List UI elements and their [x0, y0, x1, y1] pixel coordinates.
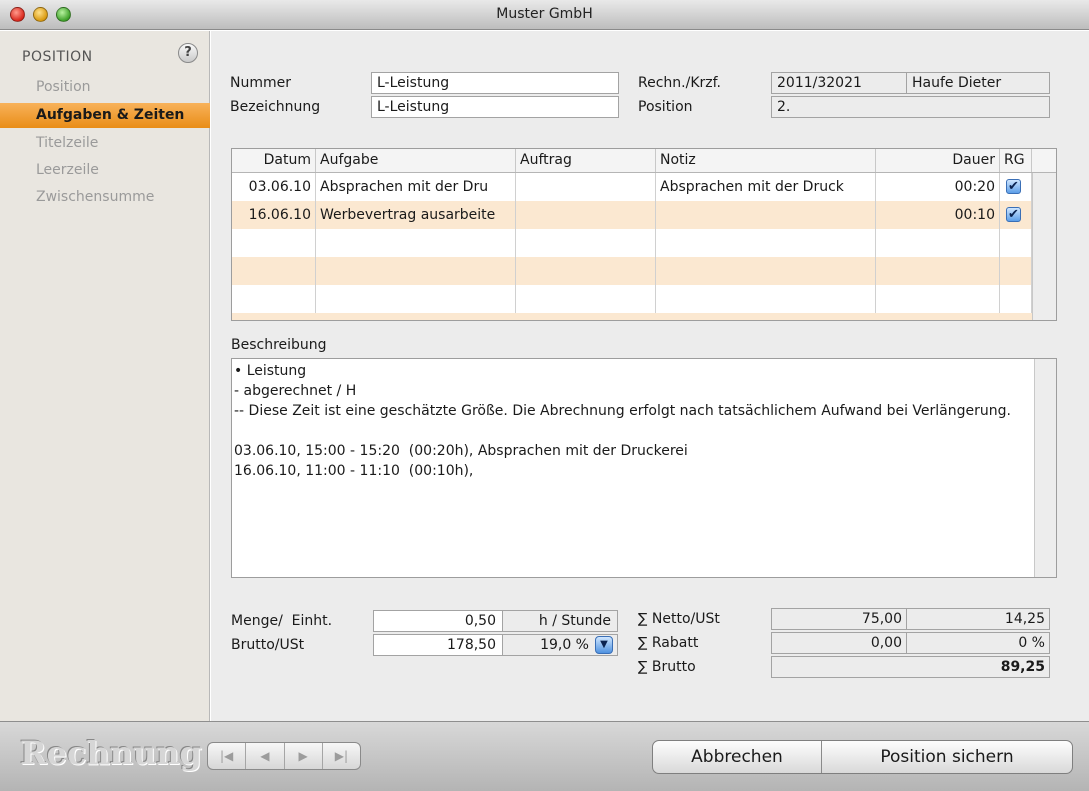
sidebar-item-position[interactable]: Position [0, 75, 210, 100]
table-row[interactable]: 16.06.10 Werbevertrag ausarbeite 00:10 ✔ [232, 201, 1032, 229]
previous-record-icon[interactable]: ◀ [246, 743, 285, 769]
bezeichnung-field[interactable]: L-Leistung [371, 96, 619, 118]
action-buttons: Abbrechen Position sichern [652, 740, 1073, 774]
col-rg[interactable]: RG [1000, 149, 1032, 172]
cell-aufgabe: Absprachen mit der Dru [316, 173, 516, 201]
cell-rg: ✔ [1000, 173, 1032, 201]
sidebar-item-aufgaben-zeiten[interactable]: Aufgaben & Zeiten [0, 103, 210, 128]
position-label: Position [638, 99, 693, 115]
main-panel: Nummer L-Leistung Bezeichnung L-Leistung… [211, 31, 1089, 721]
bezeichnung-label: Bezeichnung [230, 99, 321, 115]
table-row-empty[interactable] [232, 313, 1032, 320]
menge-label: Menge/ Einht. [231, 613, 333, 629]
cell-aufgabe: Werbevertrag ausarbeite [316, 201, 516, 229]
col-dauer[interactable]: Dauer [876, 149, 1000, 172]
cell-dauer: 00:10 [876, 201, 1000, 229]
cell-notiz: Absprachen mit der Druck [656, 173, 876, 201]
rabatt-value: 0,00 [771, 632, 907, 654]
col-auftrag[interactable]: Auftrag [516, 149, 656, 172]
beschreibung-textarea[interactable]: • Leistung - abgerechnet / H -- Diese Ze… [231, 358, 1057, 578]
cell-rg: ✔ [1000, 201, 1032, 229]
table-header: Datum Aufgabe Auftrag Notiz Dauer RG [232, 149, 1056, 173]
nummer-label: Nummer [230, 75, 291, 91]
col-aufgabe[interactable]: Aufgabe [316, 149, 516, 172]
sidebar-heading: POSITION [22, 49, 93, 65]
netto-label: ∑ Netto/USt [638, 611, 720, 627]
cell-datum: 03.06.10 [232, 173, 316, 201]
cell-notiz [656, 201, 876, 229]
col-datum[interactable]: Datum [232, 149, 316, 172]
ust-dropdown-icon[interactable]: ▼ [595, 636, 613, 654]
bottom-toolbar: Rechnung |◀ ◀ ▶ ▶| Abbrechen Position si… [0, 721, 1089, 791]
cell-auftrag [516, 173, 656, 201]
table-row[interactable]: 03.06.10 Absprachen mit der Dru Absprach… [232, 173, 1032, 201]
position-field: 2. [771, 96, 1050, 118]
table-row-empty[interactable] [232, 285, 1032, 313]
cell-dauer: 00:20 [876, 173, 1000, 201]
table-scrollbar[interactable] [1032, 173, 1056, 320]
rabatt-label: ∑ Rabatt [638, 635, 699, 651]
brutto-total-label: ∑ Brutto [638, 659, 696, 675]
table-row-empty[interactable] [232, 229, 1032, 257]
col-notiz[interactable]: Notiz [656, 149, 876, 172]
beschreibung-text[interactable]: • Leistung - abgerechnet / H -- Diese Ze… [234, 361, 1032, 481]
last-record-icon[interactable]: ▶| [323, 743, 360, 769]
nummer-field[interactable]: L-Leistung [371, 72, 619, 94]
rechn-field: 2011/32021 [771, 72, 907, 94]
record-navigation: |◀ ◀ ▶ ▶| [207, 742, 361, 770]
sidebar-item-zwischensumme[interactable]: Zwischensumme [0, 185, 210, 210]
cell-datum: 16.06.10 [232, 201, 316, 229]
beschreibung-scrollbar[interactable] [1034, 359, 1056, 577]
sidebar-item-leerzeile[interactable]: Leerzeile [0, 158, 210, 183]
tasks-table: Datum Aufgabe Auftrag Notiz Dauer RG 03.… [231, 148, 1057, 321]
rechn-label: Rechn./Krzf. [638, 75, 721, 91]
help-icon[interactable]: ? [178, 43, 198, 63]
next-record-icon[interactable]: ▶ [285, 743, 323, 769]
sidebar-item-titelzeile[interactable]: Titelzeile [0, 131, 210, 156]
rg-checkbox[interactable]: ✔ [1006, 207, 1021, 222]
cancel-button[interactable]: Abbrechen [653, 741, 822, 773]
netto-ust-value: 14,25 [906, 608, 1050, 630]
window-title: Muster GmbH [496, 6, 593, 22]
first-record-icon[interactable]: |◀ [208, 743, 247, 769]
table-row-empty[interactable] [232, 257, 1032, 285]
save-position-button[interactable]: Position sichern [822, 741, 1072, 773]
brutto-total-value: 89,25 [771, 656, 1050, 678]
einheit-field: h / Stunde [502, 610, 618, 632]
brutto-field[interactable]: 178,50 [373, 634, 503, 656]
cell-auftrag [516, 201, 656, 229]
rg-checkbox[interactable]: ✔ [1006, 179, 1021, 194]
sidebar: POSITION ? Position Aufgaben & Zeiten Ti… [0, 31, 210, 721]
netto-value: 75,00 [771, 608, 907, 630]
rabatt-pct: 0 % [906, 632, 1050, 654]
window-titlebar: Muster GmbH [0, 0, 1089, 30]
app-logo-text: Rechnung [20, 734, 202, 772]
brutto-ust-label: Brutto/USt [231, 637, 305, 653]
beschreibung-label: Beschreibung [231, 337, 327, 353]
kunde-field: Haufe Dieter [906, 72, 1050, 94]
menge-field[interactable]: 0,50 [373, 610, 503, 632]
